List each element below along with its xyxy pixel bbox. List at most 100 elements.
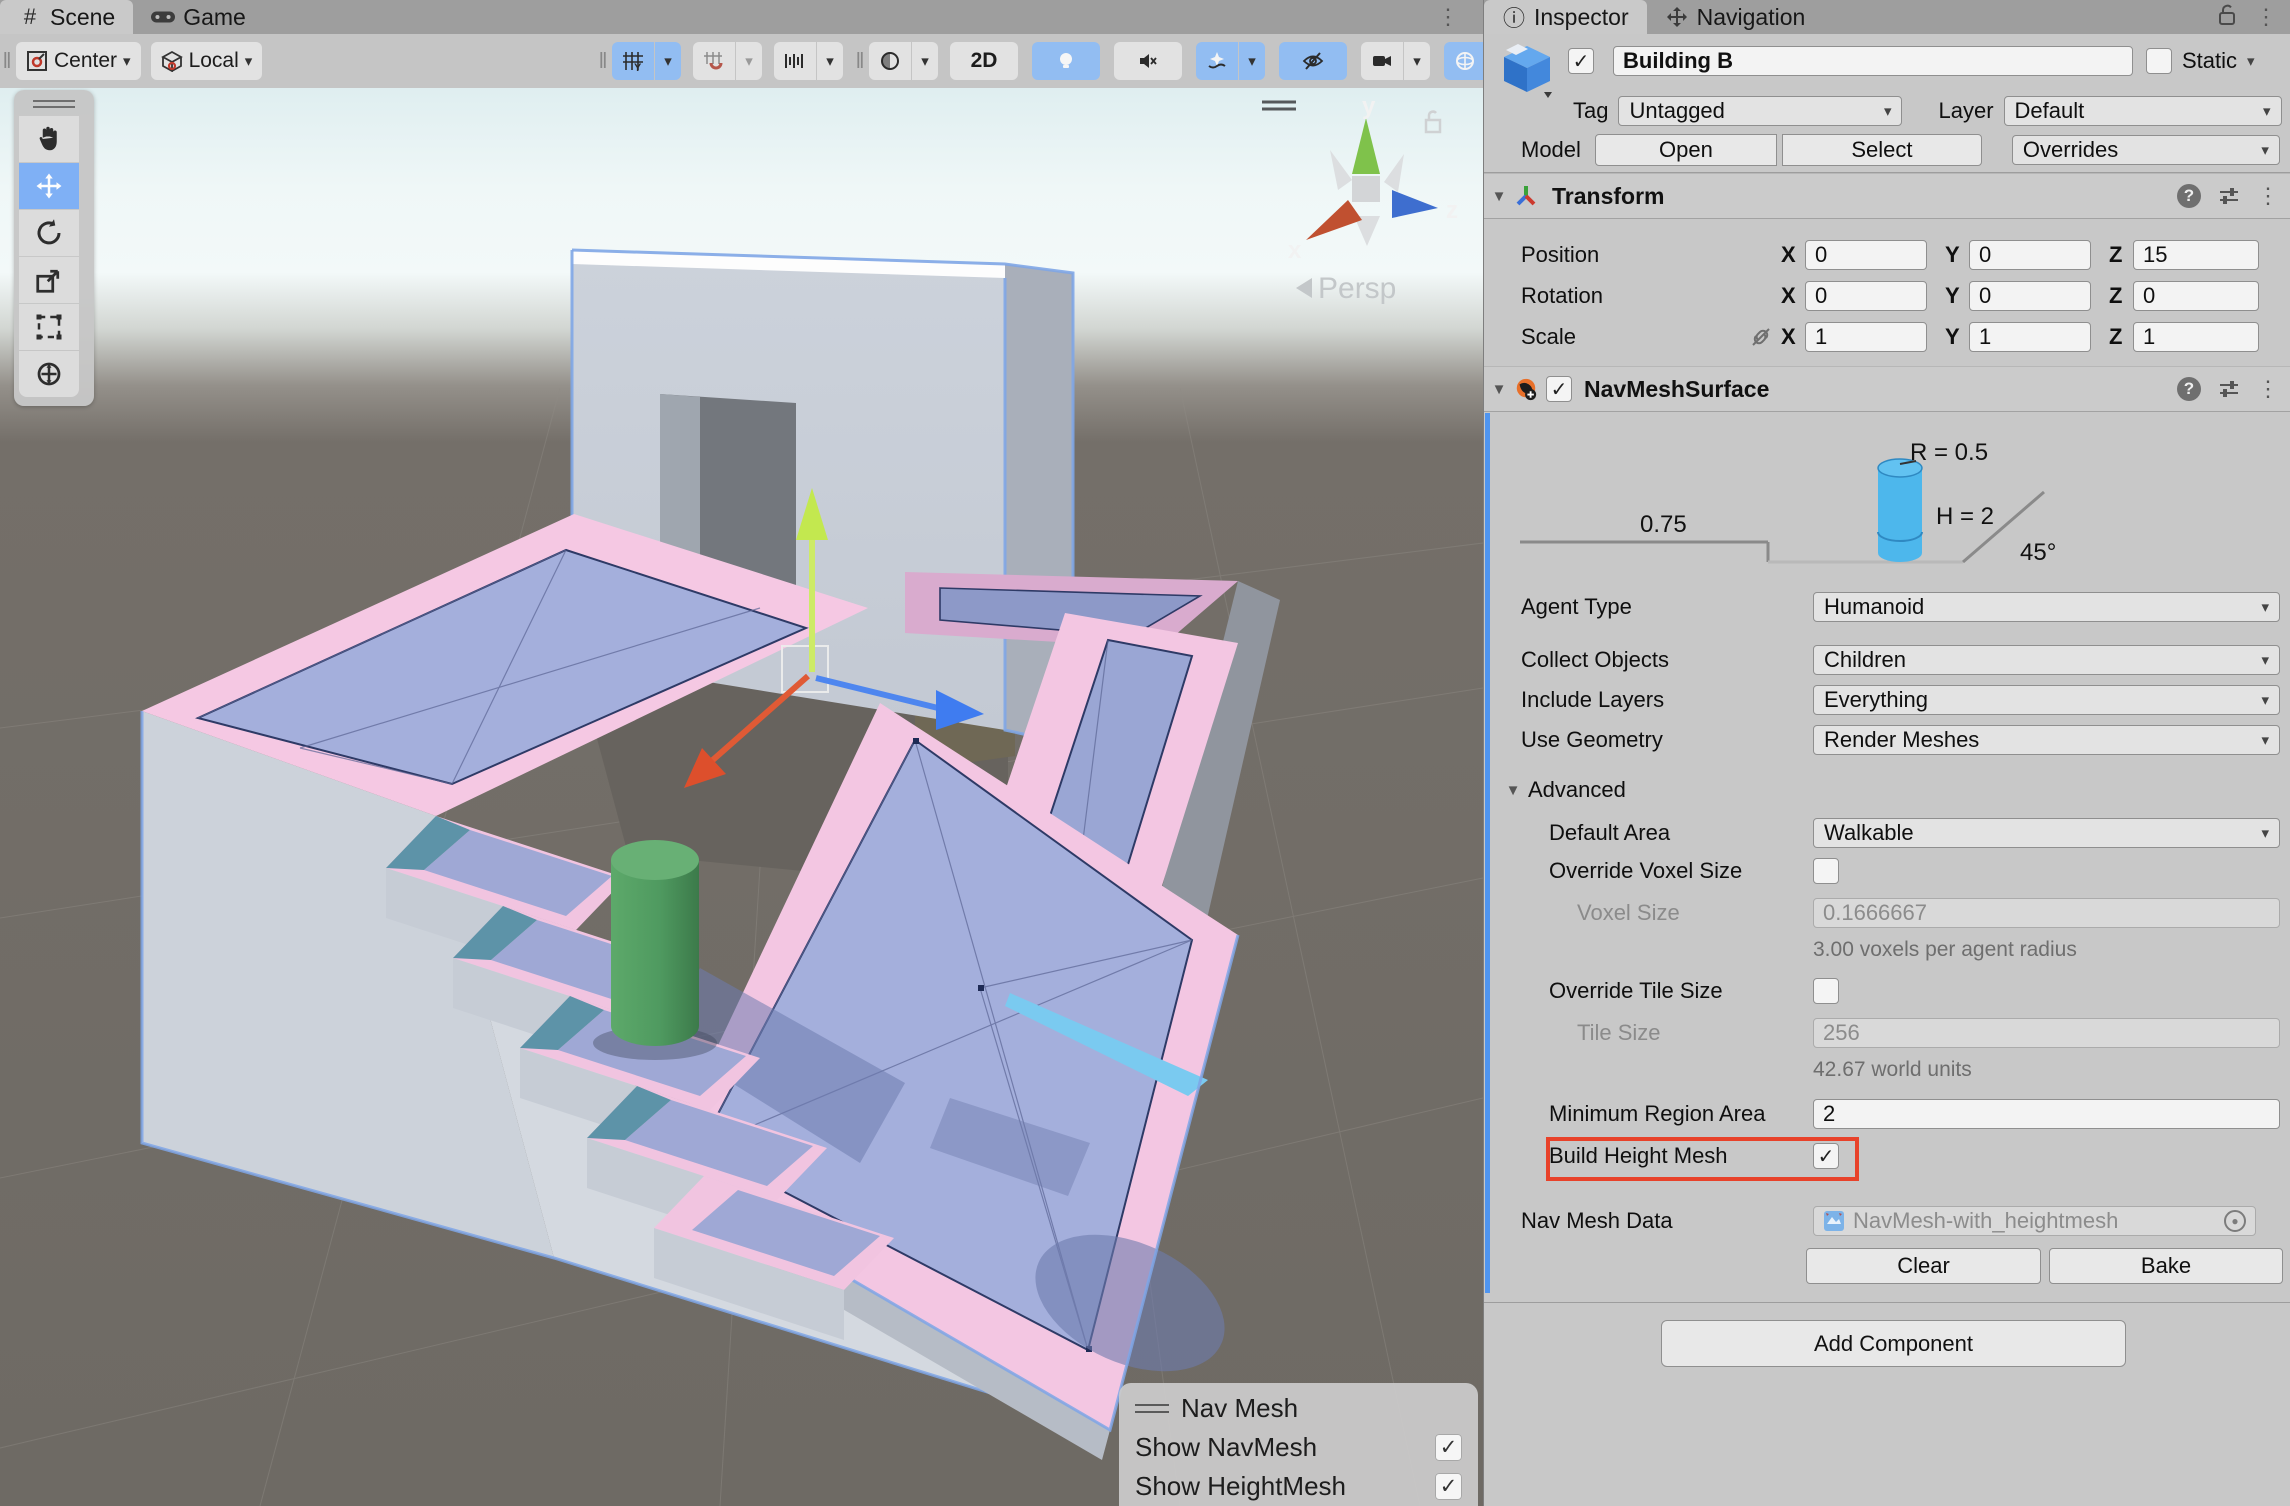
static-checkbox[interactable]: [2146, 48, 2172, 74]
overrides-dropdown[interactable]: Overrides▾: [2012, 135, 2280, 165]
move-tool-button[interactable]: [19, 163, 79, 209]
position-x-field[interactable]: 0: [1805, 240, 1927, 270]
grid-visibility-button[interactable]: Y: [612, 42, 654, 80]
voxel-size-label: Voxel Size: [1577, 900, 1813, 926]
navmesh-overlay-title: Nav Mesh: [1181, 1393, 1298, 1424]
foldout-icon[interactable]: ▼: [1484, 381, 1514, 398]
prefab-icon[interactable]: [1498, 42, 1556, 98]
overlay-drag-handle[interactable]: [1135, 1404, 1169, 1413]
snap-dropdown-icon[interactable]: ▾: [736, 42, 762, 80]
measure-button[interactable]: [774, 42, 816, 80]
rotation-y-field[interactable]: 0: [1969, 281, 2091, 311]
static-control[interactable]: Static ▾: [2146, 48, 2255, 74]
clear-button[interactable]: Clear: [1806, 1248, 2041, 1284]
cylinder-obstacle[interactable]: [593, 840, 717, 1060]
scale-z-field[interactable]: 1: [2133, 322, 2259, 352]
navmeshsurface-enabled-checkbox[interactable]: ✓: [1546, 376, 1572, 402]
scene-visibility-button[interactable]: [1279, 42, 1347, 80]
include-layers-dropdown[interactable]: Everything▾: [1813, 685, 2280, 715]
override-tile-checkbox[interactable]: [1813, 978, 1839, 1004]
rotation-x-field[interactable]: 0: [1805, 281, 1927, 311]
toolbar-handle-icon[interactable]: ‖: [0, 48, 14, 74]
advanced-foldout[interactable]: ▼ Advanced: [1498, 777, 1626, 803]
scene-menu-kebab-icon[interactable]: ⋮: [1437, 4, 1459, 30]
measure-dropdown-icon[interactable]: ▾: [817, 42, 843, 80]
dropdown-arrow-icon: ▾: [2261, 141, 2269, 159]
gameobject-name-field[interactable]: Building B: [1613, 46, 2133, 76]
position-y-field[interactable]: 0: [1969, 240, 2091, 270]
gameobject-active-checkbox[interactable]: ✓: [1568, 48, 1594, 74]
orientation-button[interactable]: Local ▾: [151, 42, 263, 80]
pivot-mode-button[interactable]: Center ▾: [16, 42, 141, 80]
voxel-note: 3.00 voxels per agent radius: [1813, 938, 2077, 962]
static-dropdown-icon[interactable]: ▾: [2247, 52, 2255, 70]
transform-header[interactable]: ▼ Transform ? ⋮: [1484, 173, 2290, 219]
collect-objects-dropdown[interactable]: Children▾: [1813, 645, 2280, 675]
effects-button[interactable]: [1196, 42, 1238, 80]
agent-type-label: Agent Type: [1521, 594, 1813, 620]
hand-tool-button[interactable]: [19, 116, 79, 162]
component-menu-kebab-icon[interactable]: ⋮: [2257, 183, 2279, 209]
grid-dropdown-icon[interactable]: ▾: [655, 42, 681, 80]
min-region-field[interactable]: 2: [1813, 1099, 2280, 1129]
tag-dropdown[interactable]: Untagged▾: [1618, 96, 1902, 126]
unlock-icon[interactable]: [2217, 3, 2237, 32]
add-component-button[interactable]: Add Component: [1661, 1320, 2126, 1367]
scale-x-field[interactable]: 1: [1805, 322, 1927, 352]
inspector-tabstrip: ⓘ Inspector Navigation ⋮: [1484, 0, 2290, 34]
scale-tool-button[interactable]: [19, 257, 79, 303]
shading-mode-button[interactable]: [869, 42, 911, 80]
navigation-icon: [1665, 5, 1689, 29]
object-picker-icon[interactable]: ●: [2224, 1210, 2246, 1232]
foldout-icon: ▼: [1498, 782, 1528, 799]
override-voxel-checkbox[interactable]: [1813, 858, 1839, 884]
scene-viewport[interactable]: y x z Persp: [0, 88, 1483, 1506]
dropdown-arrow-icon: ▾: [2261, 731, 2269, 749]
rotation-z-field[interactable]: 0: [2133, 281, 2259, 311]
default-area-dropdown[interactable]: Walkable▾: [1813, 818, 2280, 848]
build-height-mesh-checkbox[interactable]: ✓: [1813, 1143, 1839, 1169]
camera-preview-button[interactable]: [1361, 42, 1403, 80]
bake-button[interactable]: Bake: [2049, 1248, 2283, 1284]
dropdown-arrow-icon: ▾: [2261, 598, 2269, 616]
nav-mesh-data-field[interactable]: NavMesh-with_heightmesh ●: [1813, 1206, 2256, 1236]
build-height-mesh-row: Build Height Mesh ✓: [1549, 1143, 2281, 1169]
gizmos-button[interactable]: [1444, 42, 1486, 80]
model-open-button[interactable]: Open: [1595, 134, 1777, 166]
tab-inspector[interactable]: ⓘ Inspector: [1484, 0, 1647, 34]
model-select-button[interactable]: Select: [1782, 134, 1982, 166]
toolbar-handle-icon[interactable]: ‖: [853, 48, 867, 74]
effects-dropdown-icon[interactable]: ▾: [1239, 42, 1265, 80]
transform-tool-button[interactable]: [19, 351, 79, 397]
tab-navigation[interactable]: Navigation: [1647, 0, 1824, 34]
tab-game[interactable]: Game: [133, 0, 264, 34]
rotate-tool-button[interactable]: [19, 210, 79, 256]
show-heightmesh-checkbox[interactable]: ✓: [1435, 1473, 1462, 1500]
position-z-field[interactable]: 15: [2133, 240, 2259, 270]
use-geometry-dropdown[interactable]: Render Meshes▾: [1813, 725, 2280, 755]
show-navmesh-checkbox[interactable]: ✓: [1435, 1434, 1462, 1461]
palette-handle[interactable]: [33, 96, 75, 112]
toolbar-handle-icon[interactable]: ‖: [596, 48, 610, 74]
snap-increment-button[interactable]: [693, 42, 735, 80]
navmeshsurface-header[interactable]: ▼ ✓ NavMeshSurface ? ⋮: [1484, 366, 2290, 412]
inspector-menu-kebab-icon[interactable]: ⋮: [2255, 4, 2277, 30]
foldout-icon[interactable]: ▼: [1484, 188, 1514, 205]
tab-scene[interactable]: # Scene: [0, 0, 133, 34]
link-broken-icon[interactable]: [1749, 325, 1773, 349]
presets-icon[interactable]: [2217, 184, 2241, 208]
shading-dropdown-icon[interactable]: ▾: [912, 42, 938, 80]
presets-icon[interactable]: [2217, 377, 2241, 401]
component-menu-kebab-icon[interactable]: ⋮: [2257, 376, 2279, 402]
audio-toggle-button[interactable]: [1114, 42, 1182, 80]
rect-tool-button[interactable]: [19, 304, 79, 350]
help-icon[interactable]: ?: [2177, 184, 2201, 208]
layer-dropdown[interactable]: Default▾: [2004, 96, 2282, 126]
camera-dropdown-icon[interactable]: ▾: [1404, 42, 1430, 80]
scale-y-field[interactable]: 1: [1969, 322, 2091, 352]
lighting-toggle-button[interactable]: [1032, 42, 1100, 80]
agent-type-dropdown[interactable]: Humanoid▾: [1813, 592, 2280, 622]
override-voxel-row: Override Voxel Size: [1549, 858, 2281, 884]
help-icon[interactable]: ?: [2177, 377, 2201, 401]
2d-toggle-button[interactable]: 2D: [950, 42, 1018, 80]
